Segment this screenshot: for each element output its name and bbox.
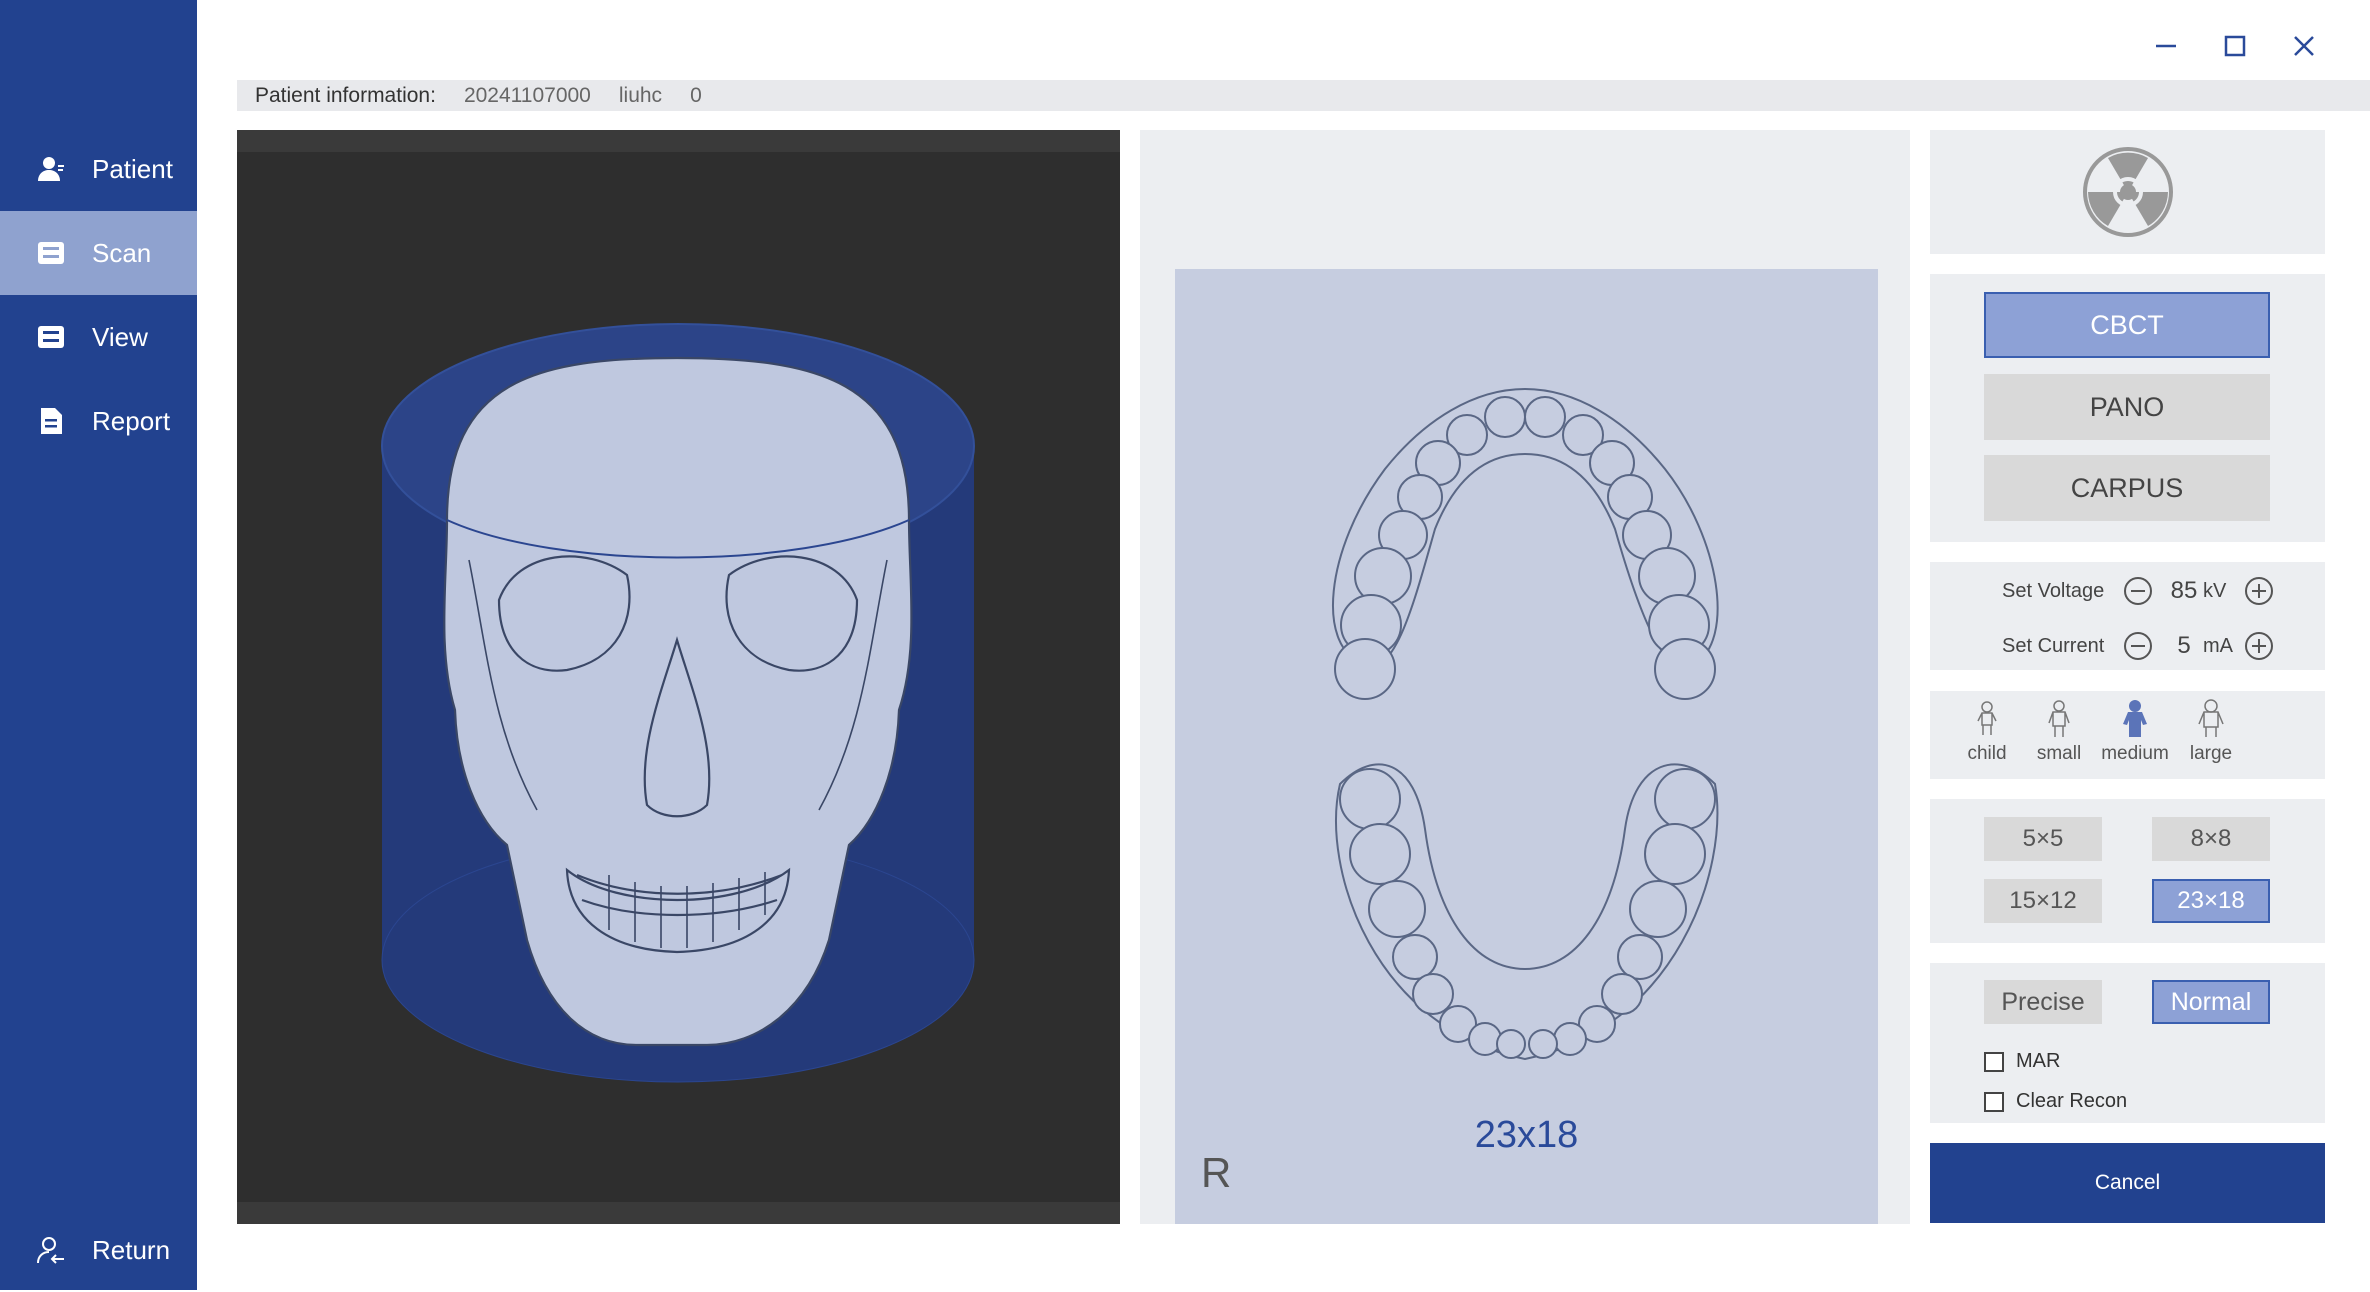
voltage-unit: kV [2203,580,2227,602]
sidebar-item-report[interactable]: Report [0,379,197,463]
patient-name: liuhc [618,83,663,107]
exposure-params-panel: Set Voltage 85 kV Set Current 5 mA [1930,562,2325,670]
report-icon [41,408,62,434]
sidebar: Patient Scan View Report Return [0,0,197,1290]
sidebar-item-scan[interactable]: Scan [0,211,197,295]
checkbox-box[interactable] [1984,1091,2004,1112]
voltage-row: Set Voltage 85 kV [1930,570,2325,610]
size-child-option[interactable]: child [1950,699,2024,765]
fov-23x18-button[interactable]: 23×18 [2152,879,2270,923]
size-large-option[interactable]: large [2174,699,2248,765]
size-small-option[interactable]: small [2022,699,2096,765]
size-child-label: child [1967,743,2007,764]
return-label: Return [92,1234,171,1265]
sidebar-item-label: Scan [92,237,152,268]
mode-pano-button[interactable]: PANO [1984,374,2270,440]
radiation-icon [2082,147,2173,237]
sidebar-item-patient[interactable]: Patient [0,127,197,211]
mar-label: MAR [2016,1050,2061,1072]
cancel-button[interactable]: Cancel [1930,1143,2325,1223]
quality-panel: Precise Normal MAR Clear Recon [1930,963,2325,1123]
checkbox-box[interactable] [1984,1051,2004,1072]
fov-8x8-button[interactable]: 8×8 [2152,817,2270,861]
mode-carpus-button[interactable]: CARPUS [1984,455,2270,521]
size-medium-label: medium [2101,743,2169,764]
size-large-label: large [2189,743,2233,764]
dental-arch-area[interactable]: 23x18 R [1175,269,1878,1224]
current-value: 5 [2177,632,2191,659]
scan-icon [38,242,64,264]
size-small-label: small [2036,743,2082,764]
sidebar-item-label: View [92,321,148,352]
voltage-value: 85 [2170,577,2198,604]
person-outline-icon [1977,701,1997,735]
size-medium-option[interactable]: medium [2098,699,2172,765]
maximize-button[interactable] [2213,24,2257,68]
radiation-indicator [1930,130,2325,254]
return-icon [37,1237,64,1264]
fov-5x5-button[interactable]: 5×5 [1984,817,2102,861]
clear-recon-checkbox[interactable]: Clear Recon [1984,1090,2127,1113]
current-increase-icon[interactable] [2244,631,2274,661]
patient-extra: 0 [690,83,702,107]
orientation-label: R [1201,1149,1232,1196]
current-decrease-icon[interactable] [2123,631,2153,661]
current-unit: mA [2203,635,2233,657]
voltage-label: Set Voltage [2002,580,2105,602]
scan-mode-panel: CBCT PANO CARPUS [1930,274,2325,542]
skull-3d-view[interactable] [237,130,1120,1224]
voltage-increase-icon[interactable] [2244,576,2274,606]
fov-15x12-button[interactable]: 15×12 [1984,879,2102,923]
person-outline-icon [2048,700,2070,737]
person-outline-icon [2198,699,2224,737]
close-button[interactable] [2282,24,2326,68]
minimize-icon [2156,44,2176,48]
view-icon [38,326,64,348]
patient-info-label: Patient information: [255,83,436,107]
minimize-button[interactable] [2144,24,2188,68]
sidebar-item-label: Patient [92,153,173,184]
current-label: Set Current [2002,635,2105,657]
sidebar-item-view[interactable]: View [0,295,197,379]
sidebar-item-label: Report [92,405,171,436]
patient-id: 20241107000 [463,83,591,107]
dental-arch-panel: 23x18 R [1140,130,1910,1224]
close-icon [2294,36,2314,56]
skull-illustration [381,323,975,1083]
current-row: Set Current 5 mA [1930,625,2325,665]
patient-info-bar: Patient information: 20241107000 liuhc 0 [237,80,2370,111]
quality-normal-button[interactable]: Normal [2152,980,2270,1024]
clear-recon-label: Clear Recon [2016,1090,2128,1112]
voltage-decrease-icon[interactable] [2123,576,2153,606]
user-icon [38,157,64,181]
mode-cbct-button[interactable]: CBCT [1984,292,2270,358]
patient-size-panel: child small medium large [1930,691,2325,779]
dental-arch-illustration [1331,387,1719,1061]
maximize-icon [2224,35,2246,57]
fov-size-panel: 5×5 8×8 15×12 23×18 [1930,799,2325,943]
person-filled-icon [2123,700,2147,737]
fov-size-label: 23x18 [1474,1114,1579,1156]
mar-checkbox[interactable]: MAR [1984,1050,2060,1073]
return-button[interactable]: Return [0,1208,197,1292]
quality-precise-button[interactable]: Precise [1984,980,2102,1024]
